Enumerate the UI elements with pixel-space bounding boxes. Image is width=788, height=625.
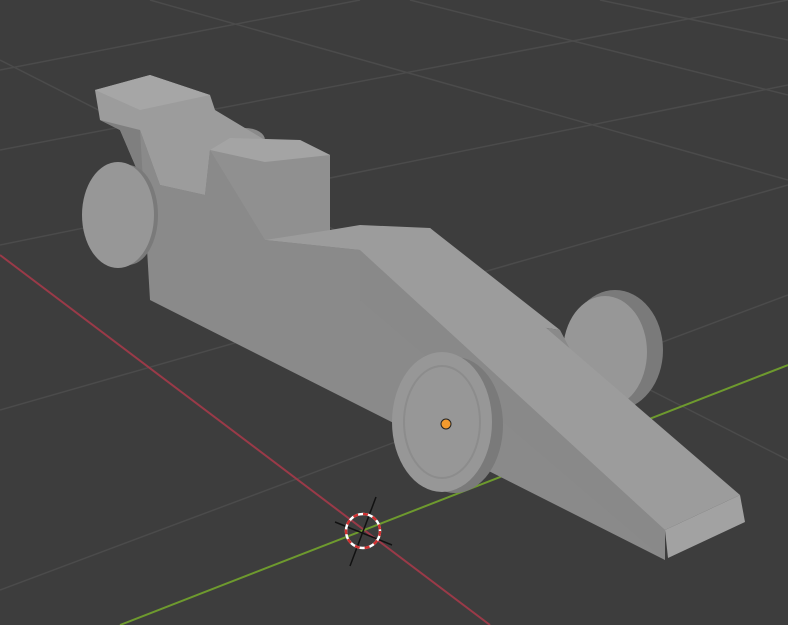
object-origin-dot[interactable] bbox=[440, 418, 452, 430]
3d-cursor-icon[interactable] bbox=[334, 496, 393, 567]
near-rear-wheel[interactable] bbox=[82, 162, 158, 268]
car-model[interactable] bbox=[82, 75, 745, 560]
viewport-canvas[interactable] bbox=[0, 0, 788, 625]
grid-line bbox=[0, 0, 361, 71]
3d-viewport[interactable] bbox=[0, 0, 788, 625]
grid-line bbox=[409, 0, 788, 96]
